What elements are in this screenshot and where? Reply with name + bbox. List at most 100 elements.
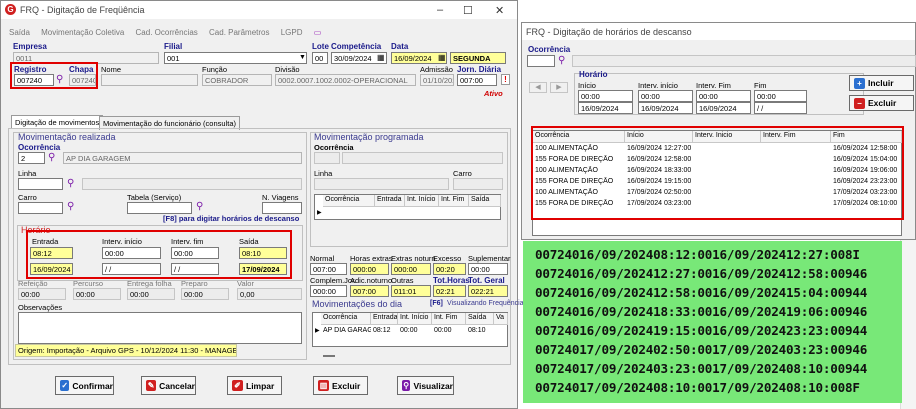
prog-ocorrencia-code (314, 152, 340, 164)
desc-ocorrencia-search-icon[interactable]: ⚲ (558, 56, 565, 66)
carro-input[interactable] (18, 202, 63, 214)
desc-fim-time[interactable]: 00:00 (754, 90, 807, 102)
close-icon[interactable]: ✕ (495, 4, 504, 17)
prog-col-ocorrencia[interactable]: Ocorrência (323, 195, 375, 207)
desc-int-inicio-date[interactable]: 16/09/2024 (638, 102, 693, 114)
main-window: G FRQ - Digitação de Freqüência – ☐ ✕ Sa… (0, 0, 524, 409)
visualizar-button[interactable]: ⚲ Visualizar (397, 376, 454, 395)
movdia-grid[interactable]: Ocorrência Entrada Int. Início Int. Fim … (312, 312, 508, 347)
prog-col-saida[interactable]: Saída (469, 195, 501, 207)
movdia-cell-int-fim: 00:00 (434, 327, 452, 334)
search-icon: ⚲ (402, 380, 411, 391)
saida-date-input[interactable]: 17/09/2024 (239, 263, 287, 275)
incluir-button[interactable]: + Incluir (849, 75, 914, 91)
tot-geral-label: Tot. Geral (468, 276, 505, 285)
observacoes-textarea[interactable] (18, 312, 302, 344)
data-calendar-icon[interactable]: ▦ (438, 53, 446, 63)
menu-cad-ocorrencias[interactable]: Cad. Ocorrências (136, 28, 198, 37)
competencia-calendar-icon[interactable]: ▦ (377, 53, 385, 63)
nav-next-icon[interactable]: ▶ (550, 82, 568, 93)
minimize-icon[interactable]: – (437, 4, 443, 16)
menu-lgpd[interactable]: LGPD (281, 28, 303, 37)
ocorrencia-code-input[interactable]: 2 (18, 152, 45, 164)
movdia-title: Movimentações do dia (312, 299, 403, 309)
cancelar-button[interactable]: ✎ Cancelar (141, 376, 196, 395)
carro-label: Carro (18, 193, 37, 202)
filial-dropdown-icon[interactable]: ▼ (299, 53, 306, 63)
viagens-input[interactable] (262, 202, 302, 214)
confirmar-button[interactable]: ✓ Confirmar (55, 376, 114, 395)
desc-ocorrencia-input[interactable] (527, 55, 555, 67)
menu-saida[interactable]: Saída (9, 28, 30, 37)
movdia-col-int-inicio[interactable]: Int. Início (398, 313, 432, 325)
linha-label: Linha (18, 169, 37, 178)
prog-col-entrada[interactable]: Entrada (375, 195, 405, 207)
desc-int-fim-time[interactable]: 00:00 (696, 90, 751, 102)
registro-search-icon[interactable]: ⚲ (56, 75, 63, 85)
funcao-label: Função (202, 65, 228, 74)
f6-hint: Visualizando Frequência (447, 300, 524, 307)
limpar-button[interactable]: ✐ Limpar (227, 376, 282, 395)
movdia-col-int-fim[interactable]: Int. Fim (432, 313, 466, 325)
excluir-descanso-label: Excluir (868, 98, 897, 108)
nome-label: Nome (101, 65, 122, 74)
descanso-window-title: FRQ - Digitação de horários de descanso (526, 27, 692, 37)
menu-movimentacao-coletiva[interactable]: Movimentação Coletiva (41, 28, 124, 37)
int-fim-date-input[interactable]: / / (171, 263, 219, 275)
ocorrencia-search-icon[interactable]: ⚲ (48, 153, 55, 163)
prog-ocorrencia-desc (342, 152, 503, 164)
tab-digitacao-movimentos[interactable]: Digitação de movimentos (11, 115, 104, 129)
complem-field: 000:00 (310, 285, 347, 297)
movdia-scrollbar[interactable] (323, 355, 335, 357)
menu-cad-parametros[interactable]: Cad. Parâmetros (209, 28, 269, 37)
prog-col-int-fim[interactable]: Int. Fim (439, 195, 469, 207)
prog-linha-label: Linha (314, 169, 333, 178)
excluir-descanso-button[interactable]: − Excluir (849, 95, 914, 111)
desc-int-inicio-time[interactable]: 00:00 (638, 90, 693, 102)
entrada-date-input[interactable]: 16/09/2024 (30, 263, 73, 275)
f6-label: [F6] (430, 300, 443, 307)
tabela-search-icon[interactable]: ⚲ (196, 202, 203, 212)
excluir-button[interactable]: ▥ Excluir (313, 376, 368, 395)
linha-input[interactable] (18, 178, 63, 190)
row-pointer-icon: ▶ (317, 210, 322, 216)
programada-grid[interactable]: Ocorrência Entrada Int. Início Int. Fim … (314, 194, 501, 220)
excesso-field: 00:20 (433, 263, 466, 275)
int-inicio-time-input[interactable]: 00:00 (102, 247, 161, 259)
movdia-col-va[interactable]: Va (494, 313, 508, 325)
desc-int-fim-date[interactable]: 16/09/2024 (696, 102, 751, 114)
delete-icon: ▥ (318, 380, 329, 391)
entrada-time-input[interactable]: 08:12 (30, 247, 73, 259)
movdia-col-entrada[interactable]: Entrada (371, 313, 398, 325)
desc-fim-date[interactable]: / / (754, 102, 807, 114)
movdia-col-ocorrencia[interactable]: Ocorrência (321, 313, 371, 325)
saida-time-input[interactable]: 08:10 (239, 247, 287, 259)
jornada-input[interactable]: 007:00 (457, 74, 497, 86)
confirm-icon: ✓ (60, 380, 70, 391)
desc-inicio-time[interactable]: 00:00 (578, 90, 633, 102)
lote-input[interactable]: 00 (312, 52, 328, 64)
carro-search-icon[interactable]: ⚲ (67, 202, 74, 212)
monitor-icon[interactable]: ▭ (314, 28, 322, 37)
movdia-col-saida[interactable]: Saída (466, 313, 494, 325)
linha-desc-field (82, 178, 302, 190)
registro-input[interactable]: 007240 (14, 74, 54, 86)
desc-fim-label: Fim (754, 81, 767, 90)
int-fim-time-input[interactable]: 00:00 (171, 247, 219, 259)
filial-select[interactable]: 001 (164, 52, 307, 64)
ocorrencia-desc-field: AP DIA GARAGEM (63, 152, 302, 164)
data-label: Data (391, 42, 409, 51)
desc-inicio-date[interactable]: 16/09/2024 (578, 102, 633, 114)
entrega-folha-label: Entrega folha (127, 279, 172, 288)
int-inicio-date-input[interactable]: / / (102, 263, 161, 275)
cancel-icon: ✎ (146, 380, 157, 391)
nav-prev-icon[interactable]: ◀ (529, 82, 547, 93)
linha-search-icon[interactable]: ⚲ (67, 179, 74, 189)
prog-col-int-inicio[interactable]: Int. Início (405, 195, 439, 207)
extras-noturn-field: 000:00 (391, 263, 431, 275)
maximize-icon[interactable]: ☐ (463, 4, 473, 17)
chapa-field: 007240 (69, 74, 96, 86)
tabela-servico-input[interactable] (127, 202, 192, 214)
remove-icon: − (854, 97, 865, 109)
tot-horas-label: Tot.Horas (433, 276, 470, 285)
